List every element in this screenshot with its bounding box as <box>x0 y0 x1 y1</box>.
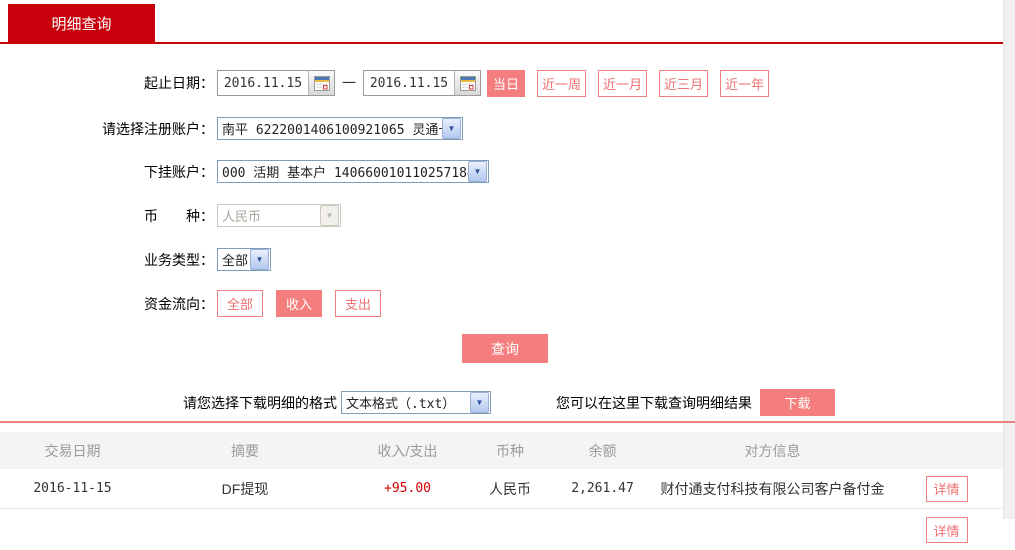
tab-label: 明细查询 <box>51 15 112 33</box>
detail-button[interactable]: 详情 <box>925 517 968 543</box>
header-currency: 币种 <box>496 442 524 459</box>
fund-flow-row: 资金流向： 全部 收入 支出 <box>0 290 394 317</box>
header-balance: 余额 <box>588 442 617 459</box>
sub-account-value: 000 活期 基本户 1406600101102571848 <box>222 166 468 181</box>
download-format-select[interactable]: 文本格式（.txt） ▼ <box>341 391 491 414</box>
fund-flow-all-button[interactable]: 全部 <box>217 290 264 317</box>
cell-summary: DF提现 <box>221 480 269 497</box>
tab-underline <box>0 42 1003 44</box>
cell-income-expense: +95.00 <box>384 481 431 496</box>
cell-currency: 人民币 <box>489 480 531 497</box>
calendar-icon <box>459 75 476 91</box>
quick-range-week-button[interactable]: 近一周 <box>537 69 587 97</box>
start-date-calendar-button[interactable] <box>308 71 334 95</box>
download-format-value: 文本格式（.txt） <box>346 397 456 412</box>
fund-flow-income-button[interactable]: 收入 <box>276 290 323 317</box>
header-transaction-date: 交易日期 <box>44 442 101 459</box>
currency-label: 币 种： <box>144 207 214 224</box>
header-summary: 摘要 <box>231 442 259 459</box>
download-row: 请您选择下载明细的格式 文本格式（.txt） ▼ 您可以在这里下载查询明细结果 … <box>183 389 835 416</box>
page-background-strip <box>1003 0 1015 519</box>
header-income-expense: 收入/支出 <box>377 442 438 459</box>
end-date-input[interactable]: 2016.11.15 <box>363 70 481 96</box>
business-type-row: 业务类型： 全部 ▼ <box>0 248 271 271</box>
download-button[interactable]: 下载 <box>760 389 835 416</box>
chevron-down-icon: ▼ <box>470 392 489 413</box>
currency-select: 人民币 ▼ <box>217 204 341 227</box>
detail-button[interactable]: 详情 <box>925 475 968 502</box>
business-type-select[interactable]: 全部 ▼ <box>217 248 271 271</box>
query-button[interactable]: 查询 <box>462 334 548 363</box>
tab-detail-query[interactable]: 明细查询 <box>8 4 155 42</box>
start-date-input[interactable]: 2016.11.15 <box>217 70 335 96</box>
calendar-icon <box>313 75 330 91</box>
download-hint-text: 您可以在这里下载查询明细结果 <box>556 394 752 411</box>
sub-account-row: 下挂账户： 000 活期 基本户 1406600101102571848 ▼ <box>0 160 489 183</box>
date-range-row: 起止日期： 2016.11.15 一 2016.11.15 当日 近一周 近一月… <box>0 69 770 97</box>
chevron-down-icon: ▼ <box>320 205 339 226</box>
chevron-down-icon: ▼ <box>250 249 269 270</box>
chevron-down-icon: ▼ <box>442 118 461 139</box>
quick-range-quarter-button[interactable]: 近三月 <box>659 69 709 97</box>
sub-account-label: 下挂账户： <box>144 163 214 180</box>
cell-transaction-date: 2016-11-15 <box>33 481 112 496</box>
quick-range-month-button[interactable]: 近一月 <box>598 69 648 97</box>
end-date-calendar-button[interactable] <box>454 71 480 95</box>
date-separator: 一 <box>342 75 356 91</box>
quick-range-today-button[interactable]: 当日 <box>487 69 526 97</box>
register-account-row: 请选择注册账户： 南平 6222001406100921065 灵通卡 ▼ <box>0 117 463 140</box>
table-row: 2016-11-15 DF提现 +95.00 人民币 2,261.47 财付通支… <box>0 469 1003 509</box>
currency-row: 币 种： 人民币 ▼ <box>0 204 341 227</box>
date-range-label: 起止日期： <box>144 75 214 91</box>
table-top-divider <box>0 421 1015 423</box>
chevron-down-icon: ▼ <box>468 161 487 182</box>
business-type-value: 全部 <box>222 254 249 269</box>
register-account-label: 请选择注册账户： <box>102 120 214 137</box>
table-row-partial: 详情 <box>0 510 1003 550</box>
business-type-label: 业务类型： <box>144 251 214 268</box>
cell-counterparty: 财付通支付科技有限公司客户备付金 <box>660 480 885 497</box>
start-date-value: 2016.11.15 <box>223 75 303 91</box>
sub-account-select[interactable]: 000 活期 基本户 1406600101102571848 ▼ <box>217 160 489 183</box>
table-header-row: 交易日期 摘要 收入/支出 币种 余额 对方信息 <box>0 432 1003 469</box>
register-account-select[interactable]: 南平 6222001406100921065 灵通卡 ▼ <box>217 117 463 140</box>
end-date-value: 2016.11.15 <box>369 75 449 91</box>
download-format-label: 请您选择下载明细的格式 <box>183 394 337 411</box>
fund-flow-label: 资金流向： <box>144 295 214 312</box>
header-counterparty: 对方信息 <box>744 442 801 459</box>
cell-balance: 2,261.47 <box>571 481 634 496</box>
quick-range-year-button[interactable]: 近一年 <box>720 69 770 97</box>
register-account-value: 南平 6222001406100921065 灵通卡 <box>222 123 442 138</box>
currency-value: 人民币 <box>222 210 262 225</box>
fund-flow-expense-button[interactable]: 支出 <box>335 290 382 317</box>
